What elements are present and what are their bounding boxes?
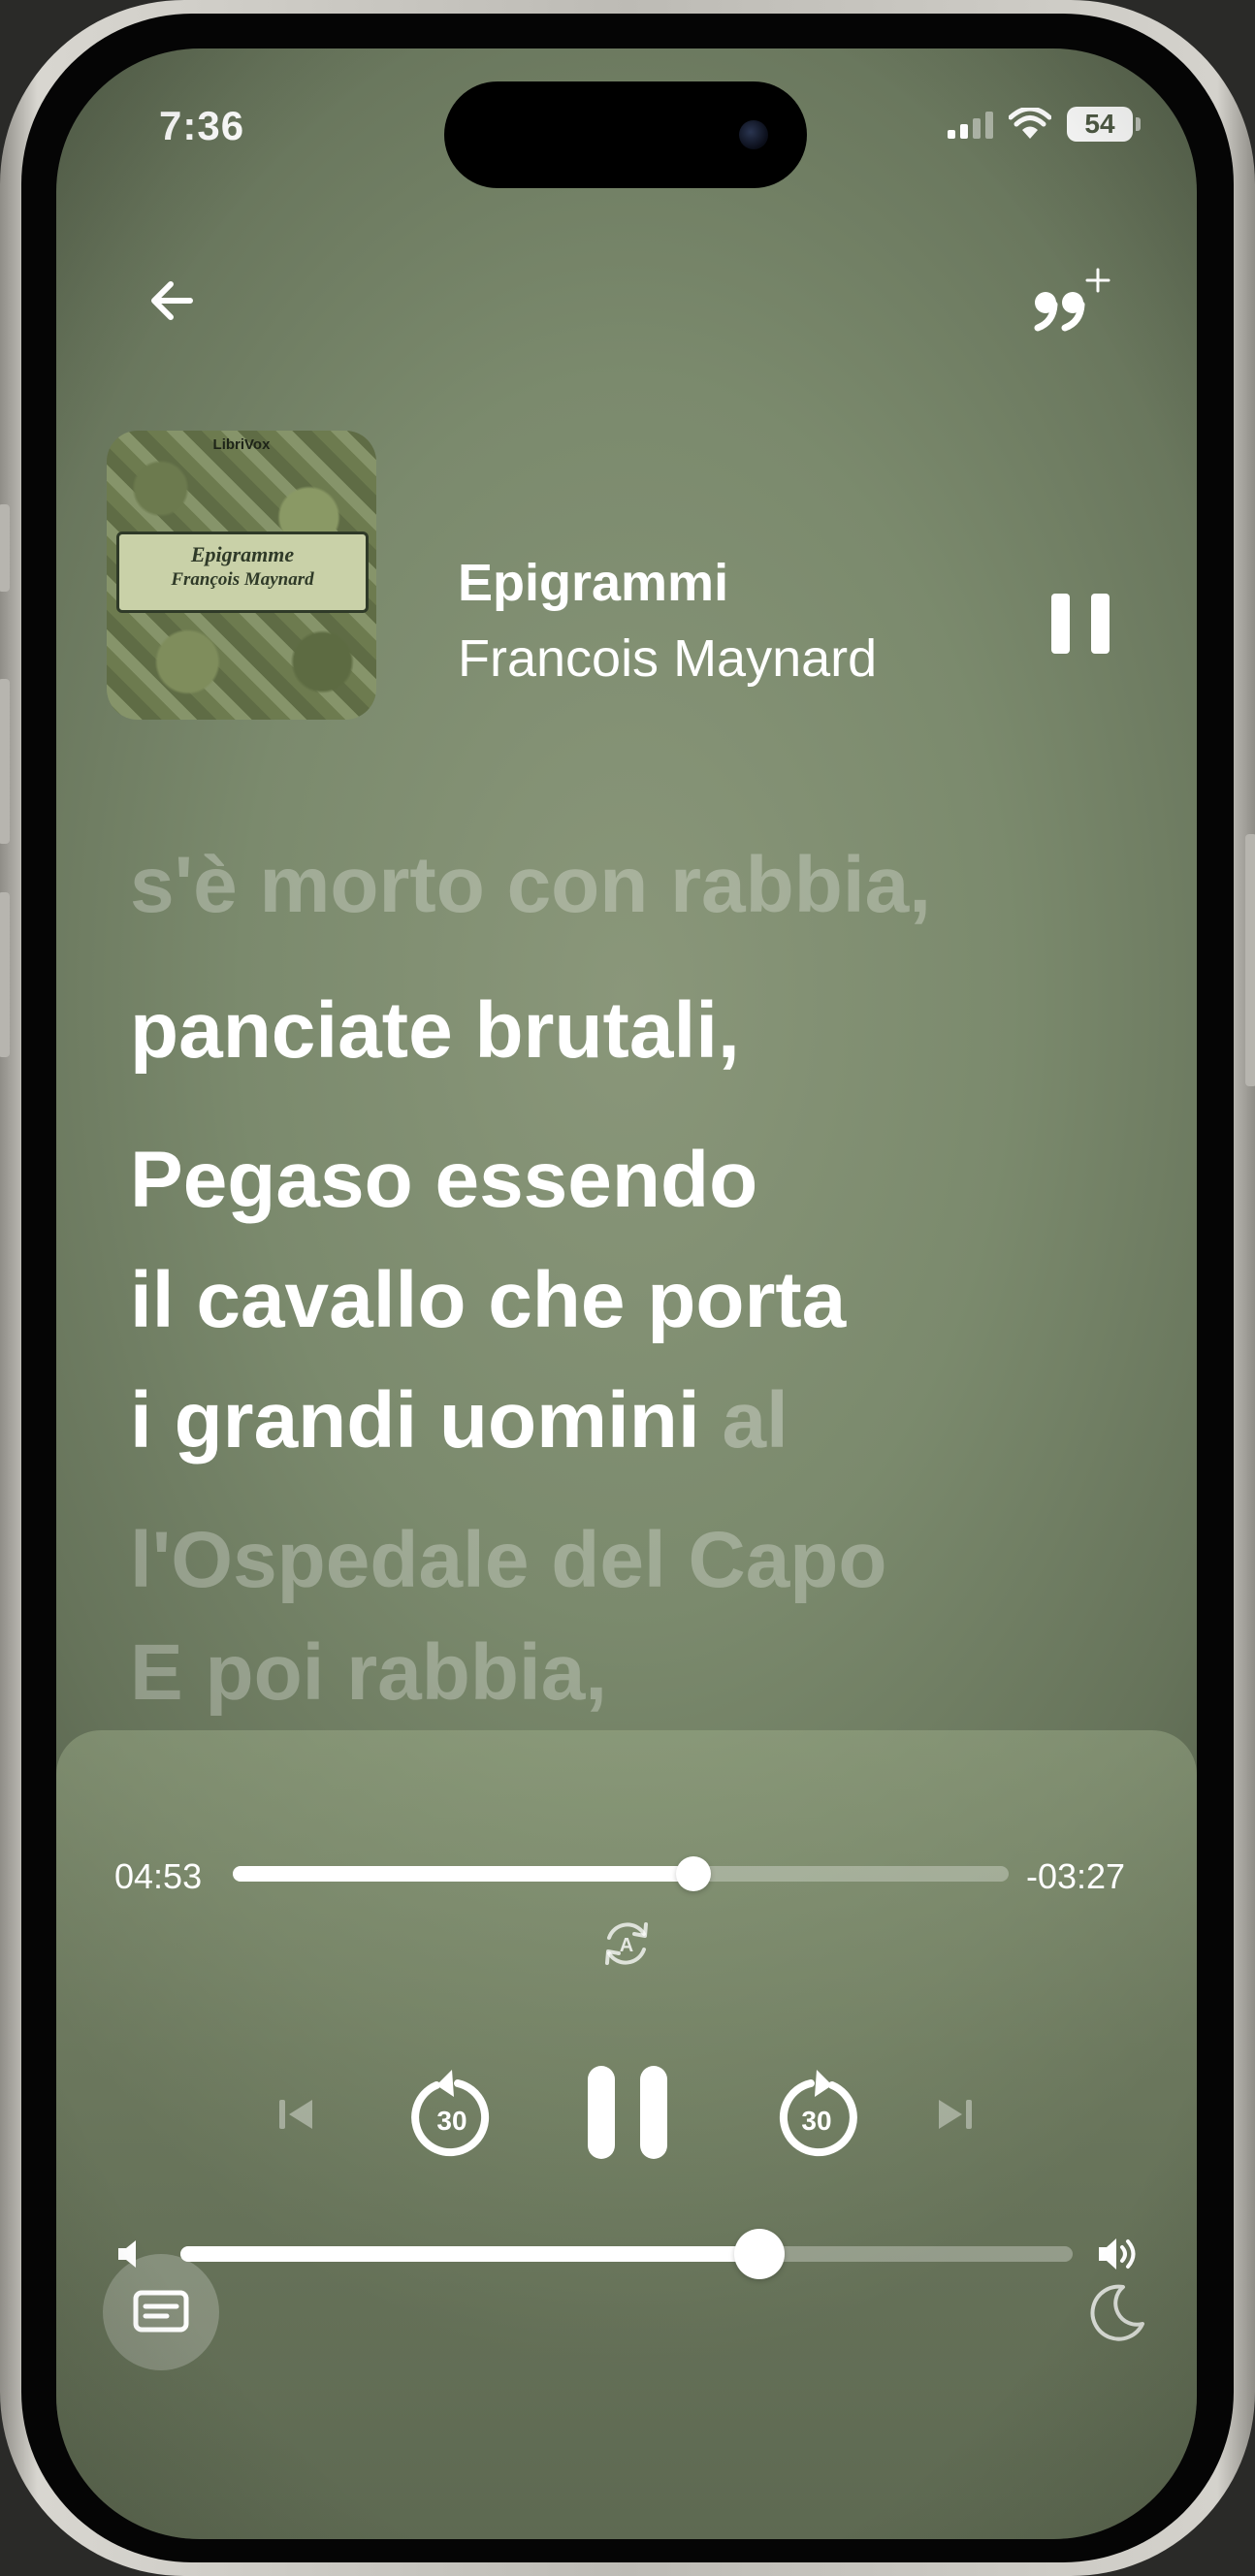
quote-add-icon (1034, 268, 1110, 332)
lyric-line-next-2[interactable]: E poi rabbia, (130, 1633, 607, 1713)
repeat-auto-icon: A (605, 1922, 648, 1965)
skip-forward-label: 30 (801, 2106, 831, 2136)
lyric-line-3[interactable]: il cavallo che porta (130, 1261, 846, 1340)
artwork-title: Epigramme (190, 542, 295, 566)
progress-fill (233, 1866, 694, 1882)
add-quote-button[interactable] (1026, 262, 1119, 349)
sleep-timer-button[interactable] (1082, 2279, 1150, 2347)
artwork-author: François Maynard (171, 569, 314, 590)
volume-down-button (0, 892, 10, 1057)
next-track-button[interactable] (925, 2085, 983, 2143)
battery-indicator: 54 (1067, 107, 1141, 142)
volume-slider[interactable] (180, 2229, 1073, 2279)
moon-icon (1090, 2284, 1144, 2341)
arrow-left-icon (151, 281, 193, 320)
play-pause-button[interactable] (584, 2064, 671, 2161)
lyric-line-1[interactable]: panciate brutali, (130, 991, 740, 1071)
lyric-line-2[interactable]: Pegaso essendo (130, 1141, 757, 1220)
status-icons: 54 (948, 107, 1141, 142)
elapsed-time: 04:53 (114, 1856, 203, 1896)
power-button (1245, 834, 1255, 1086)
status-time: 7:36 (159, 103, 245, 148)
skip-forward-30-button[interactable]: 30 (764, 2060, 871, 2167)
lyric-line-4-pending: al (699, 1376, 788, 1465)
pause-icon (1051, 594, 1070, 654)
forward-30-icon: 30 (779, 2070, 857, 2157)
track-title: Epigrammi (458, 554, 729, 612)
page: 7:36 54 LibriVox Epigramme François Mayn… (0, 0, 1255, 2576)
remaining-time: -03:27 (1026, 1856, 1126, 1896)
autoplay-toggle[interactable]: A (595, 1913, 658, 1975)
pause-icon (588, 2066, 615, 2159)
skip-next-icon (939, 2100, 972, 2129)
header-pause-button[interactable] (1051, 594, 1110, 654)
previous-track-button[interactable] (268, 2085, 326, 2143)
album-artwork[interactable]: LibriVox Epigramme François Maynard (107, 431, 376, 720)
dynamic-island (444, 81, 807, 188)
autoplay-badge: A (620, 1935, 633, 1956)
camera-icon (739, 120, 768, 149)
lyric-line-4-spoken: i grandi uomini (130, 1376, 700, 1465)
progress-slider[interactable] (233, 1856, 1009, 1891)
lyric-line-next-1[interactable]: l'Ospedale del Capo (130, 1521, 886, 1600)
skip-back-30-button[interactable]: 30 (398, 2060, 504, 2167)
subtitles-icon (133, 2290, 189, 2333)
skip-back-label: 30 (436, 2106, 467, 2136)
pause-icon-bar (640, 2066, 667, 2159)
action-button (0, 504, 10, 592)
lyric-line-4[interactable]: i grandi uomini al (130, 1381, 788, 1461)
volume-max-icon (1096, 2233, 1142, 2275)
volume-fill (180, 2246, 760, 2262)
track-artist: Francois Maynard (458, 629, 878, 688)
back-button[interactable] (144, 272, 211, 339)
rewind-30-icon: 30 (411, 2070, 490, 2157)
lyric-line-previous[interactable]: s'è morto con rabbia, (130, 846, 931, 925)
screen: 7:36 54 LibriVox Epigramme François Mayn… (56, 48, 1197, 2539)
wifi-icon (1009, 108, 1051, 139)
artwork-title-plate: Epigramme François Maynard (116, 531, 369, 613)
volume-up-button (0, 679, 10, 844)
progress-thumb[interactable] (676, 1856, 712, 1891)
pause-icon-bar (1091, 594, 1110, 654)
transcript-button[interactable] (103, 2254, 219, 2370)
artwork-publisher: LibriVox (212, 436, 271, 453)
cellular-signal-icon (948, 110, 993, 139)
skip-previous-icon (279, 2100, 312, 2129)
volume-thumb[interactable] (734, 2229, 786, 2279)
